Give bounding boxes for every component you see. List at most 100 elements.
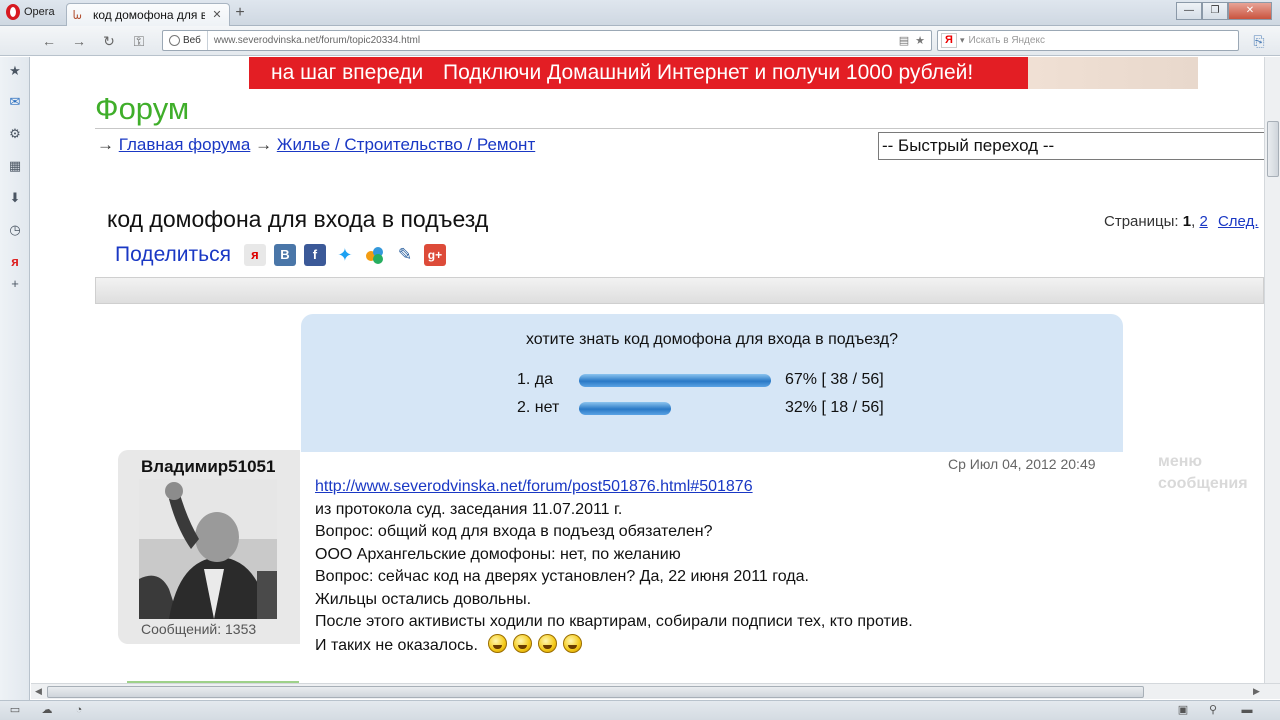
poll-option-label: 2. нет bbox=[517, 399, 560, 416]
navigation-bar: ← → ↻ ⚿ Веб www.severodvinska.net/forum/… bbox=[0, 26, 1280, 56]
yandex-icon[interactable]: я bbox=[7, 254, 23, 270]
page-bookmark-icon[interactable]: ⎘ bbox=[1250, 32, 1268, 50]
poll-option-label: 1. да bbox=[517, 371, 554, 388]
rss-icon[interactable]: ▤ bbox=[899, 34, 909, 47]
poll-bar-fill bbox=[579, 402, 671, 415]
cloud-icon[interactable]: ☁ bbox=[40, 703, 54, 717]
tab-strip: Opera ᘈ код домофона для вхо... ✕ + — ❐ … bbox=[0, 0, 1280, 26]
livejournal-icon[interactable]: ✎ bbox=[393, 244, 416, 266]
gear-icon[interactable]: ⚙ bbox=[7, 126, 23, 142]
banner-photo bbox=[1028, 57, 1198, 89]
post-line: Вопрос: общий код для входа в подъезд об… bbox=[315, 523, 713, 540]
panel-toggle-icon[interactable]: ▭ bbox=[8, 703, 22, 717]
tab-active[interactable]: ᘈ код домофона для вхо... ✕ bbox=[66, 3, 230, 26]
mail-icon[interactable]: ✉ bbox=[7, 94, 23, 110]
poll-option: 2. нет 32% [ 18 / 56] bbox=[517, 399, 917, 421]
google-plus-icon[interactable]: g+ bbox=[423, 244, 446, 266]
poll: хотите знать код домофона для входа в по… bbox=[301, 314, 1123, 452]
close-window-button[interactable]: ✕ bbox=[1228, 2, 1272, 20]
tab-close-icon[interactable]: ✕ bbox=[211, 9, 223, 21]
poll-option-result: 32% [ 18 / 56] bbox=[785, 399, 884, 416]
smileys bbox=[482, 633, 583, 654]
horizontal-scrollbar[interactable]: ◀ ▶ bbox=[31, 683, 1280, 699]
star-icon[interactable]: ★ bbox=[7, 63, 23, 79]
key-icon[interactable]: ⚿ bbox=[130, 32, 148, 50]
vertical-scroll-thumb[interactable] bbox=[1267, 121, 1279, 177]
opera-logo-icon bbox=[6, 4, 20, 20]
search-box[interactable]: Я ▾ Искать в Яндекс bbox=[937, 30, 1239, 51]
notes-icon[interactable]: ▦ bbox=[7, 158, 23, 174]
scroll-right-icon[interactable]: ▶ bbox=[1253, 686, 1260, 697]
horizontal-scroll-thumb[interactable] bbox=[47, 686, 1144, 698]
address-icons: ▤ ★ bbox=[899, 34, 931, 47]
yandex-search-icon[interactable]: Я bbox=[941, 33, 957, 48]
new-tab-button[interactable]: + bbox=[232, 5, 248, 21]
facebook-icon[interactable]: f bbox=[303, 244, 326, 266]
post-last-line: И таких не оказалось. bbox=[315, 633, 913, 658]
vertical-scrollbar[interactable] bbox=[1264, 57, 1280, 683]
avatar[interactable] bbox=[139, 479, 277, 619]
breadcrumb-home-link[interactable]: Главная форума bbox=[119, 135, 251, 154]
quick-jump-select[interactable]: -- Быстрый переход -- bbox=[878, 132, 1264, 160]
post-date: Ср Июл 04, 2012 20:49 bbox=[948, 456, 1096, 472]
view-icon[interactable]: ▣ bbox=[1176, 703, 1190, 717]
post-line: Вопрос: сейчас код на дверях установлен?… bbox=[315, 568, 809, 585]
ad-banner[interactable]: на шаг впереди Подключи Домашний Интерне… bbox=[249, 57, 1198, 89]
smiley-icon bbox=[538, 633, 558, 653]
search-dropdown-icon[interactable]: ▾ bbox=[960, 35, 965, 46]
post-menu[interactable]: меню сообщения bbox=[1158, 451, 1248, 495]
twitter-icon[interactable]: ✦ bbox=[333, 244, 356, 266]
smiley-icon bbox=[488, 633, 508, 653]
topic-toolbar bbox=[95, 277, 1264, 304]
post-count: Сообщений: 1353 bbox=[141, 621, 257, 637]
post-line: И таких не оказалось. bbox=[315, 636, 478, 654]
poll-bar-track bbox=[579, 374, 771, 387]
back-button[interactable]: ← bbox=[40, 32, 58, 50]
bookmark-star-icon[interactable]: ★ bbox=[915, 34, 925, 47]
side-panel: ★ ✉ ⚙ ▦ ⬇ ◷ я + bbox=[0, 57, 30, 700]
plus-icon[interactable]: + bbox=[7, 276, 23, 292]
zoom-slider-icon[interactable]: ▬ bbox=[1240, 703, 1254, 717]
speed-dial-icon[interactable]: ◔ bbox=[72, 703, 86, 717]
divider bbox=[95, 128, 1264, 129]
browser-window: Opera ᘈ код домофона для вхо... ✕ + — ❐ … bbox=[0, 0, 1280, 720]
pagination: Страницы: 1, 2 След. bbox=[1104, 213, 1259, 230]
poll-option: 1. да 67% [ 38 / 56] bbox=[517, 371, 917, 393]
breadcrumb-arrow: → bbox=[255, 135, 273, 154]
poll-option-result: 67% [ 38 / 56] bbox=[785, 371, 884, 388]
share-label[interactable]: Поделиться bbox=[115, 243, 231, 267]
minimize-button[interactable]: — bbox=[1176, 2, 1202, 20]
page-2-link[interactable]: 2 bbox=[1199, 213, 1207, 230]
poll-question: хотите знать код домофона для входа в по… bbox=[525, 331, 899, 348]
download-icon[interactable]: ⬇ bbox=[7, 190, 23, 206]
breadcrumb: → Главная форума → Жилье / Строительство… bbox=[97, 135, 535, 155]
url-text[interactable]: www.severodvinska.net/forum/topic20334.h… bbox=[208, 35, 899, 46]
forward-button[interactable]: → bbox=[70, 32, 88, 50]
post-menu-line: меню bbox=[1158, 453, 1203, 470]
pages-separator: , bbox=[1191, 213, 1196, 230]
poll-bar-fill bbox=[579, 374, 771, 387]
breadcrumb-section-link[interactable]: Жилье / Строительство / Ремонт bbox=[277, 135, 535, 154]
next-page-link[interactable]: След. bbox=[1218, 213, 1259, 230]
opera-menu-button[interactable]: Opera bbox=[2, 1, 62, 23]
window-controls: — ❐ ✕ bbox=[1176, 2, 1272, 20]
yandex-share-icon[interactable]: я bbox=[243, 244, 266, 266]
post-link[interactable]: http://www.severodvinska.net/forum/post5… bbox=[315, 478, 753, 495]
web-badge[interactable]: Веб bbox=[163, 31, 208, 50]
author-name[interactable]: Владимир51051 bbox=[141, 457, 275, 477]
maximize-button[interactable]: ❐ bbox=[1202, 2, 1228, 20]
search-placeholder[interactable]: Искать в Яндекс bbox=[969, 35, 1045, 46]
clock-icon[interactable]: ◷ bbox=[7, 222, 23, 238]
zoom-icon[interactable]: ⚲ bbox=[1206, 703, 1220, 717]
vk-icon[interactable]: B bbox=[273, 244, 296, 266]
myworld-icon[interactable] bbox=[363, 244, 386, 266]
post-body: http://www.severodvinska.net/forum/post5… bbox=[315, 476, 913, 657]
address-bar[interactable]: Веб www.severodvinska.net/forum/topic203… bbox=[162, 30, 932, 51]
scroll-left-icon[interactable]: ◀ bbox=[35, 686, 42, 697]
pages-label: Страницы: bbox=[1104, 213, 1179, 230]
forum-title[interactable]: Форум bbox=[95, 91, 189, 127]
favicon-icon: ᘈ bbox=[73, 8, 82, 22]
reload-button[interactable]: ↻ bbox=[100, 32, 118, 50]
globe-icon bbox=[169, 35, 180, 46]
post-line: После этого активисты ходили по квартира… bbox=[315, 613, 913, 630]
